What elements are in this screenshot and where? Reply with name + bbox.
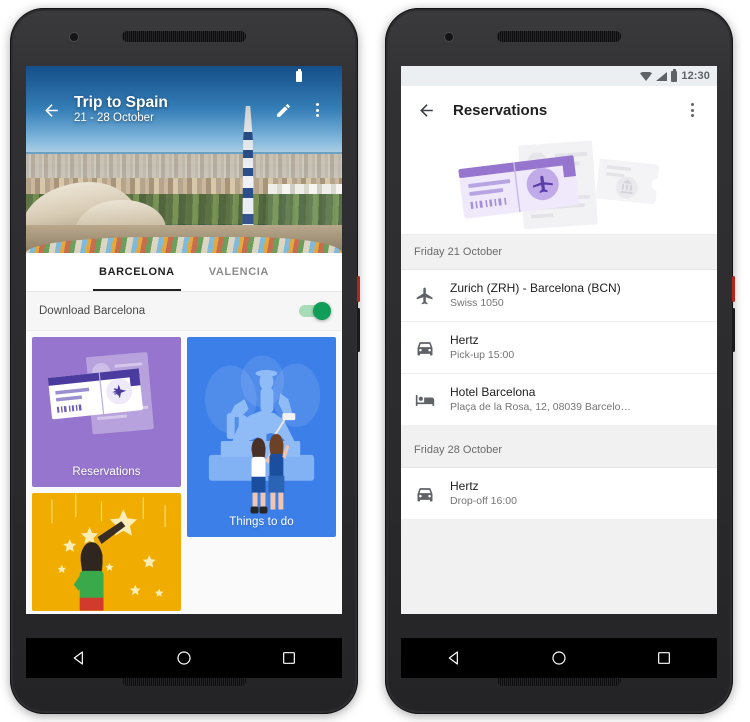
list-item-title: Hotel Barcelona xyxy=(450,385,536,399)
tab-valencia[interactable]: VALENCIA xyxy=(209,253,269,291)
car-icon xyxy=(414,337,436,359)
left-phone-screen: 12:30 Trip to Spain 21 - 28 October xyxy=(26,66,342,614)
nav-recents-square[interactable] xyxy=(281,650,297,666)
category-card-grid: Reservations Things to do xyxy=(26,331,342,614)
signal-icon xyxy=(656,71,668,81)
edit-button[interactable] xyxy=(266,93,300,127)
reservations-list[interactable]: Friday 21 October Zurich (ZRH) - Barcelo… xyxy=(401,235,717,614)
list-item-subtitle: Drop-off 16:00 xyxy=(450,495,517,507)
front-camera-icon xyxy=(445,33,453,41)
download-toggle[interactable] xyxy=(299,302,331,320)
nav-back-triangle[interactable] xyxy=(71,650,87,666)
right-phone-screen: 12:30 Reservations Friday 21 October Zur… xyxy=(401,66,717,614)
list-item[interactable]: Zurich (ZRH) - Barcelona (BCN) Swiss 105… xyxy=(401,270,717,322)
tab-valencia-label: VALENCIA xyxy=(208,266,269,278)
screenshot-canvas: 12:30 Trip to Spain 21 - 28 October xyxy=(0,0,750,722)
page-title: Trip to Spain xyxy=(74,94,168,111)
list-item-title: Hertz xyxy=(450,479,479,493)
nav-home-circle[interactable] xyxy=(551,650,567,666)
volume-button[interactable] xyxy=(357,308,360,352)
reservation-group: Zurich (ZRH) - Barcelona (BCN) Swiss 105… xyxy=(401,270,717,425)
statue-selfie-illustration xyxy=(187,337,336,537)
page-title: Reservations xyxy=(453,101,548,119)
card-reservations-label: Reservations xyxy=(72,466,141,478)
nav-recents-square[interactable] xyxy=(656,650,672,666)
power-button[interactable] xyxy=(732,276,735,302)
earpiece-speaker xyxy=(497,31,621,42)
date-header-label: Friday 28 October xyxy=(414,444,503,456)
tab-barcelona-label: BARCELONA xyxy=(99,266,175,278)
list-item-title: Hertz xyxy=(450,333,479,347)
earpiece-speaker xyxy=(122,31,246,42)
right-status-bar: 12:30 xyxy=(401,66,717,86)
list-item-title: Zurich (ZRH) - Barcelona (BCN) xyxy=(450,281,621,295)
right-nav-bar xyxy=(401,638,717,678)
card-reservations[interactable]: Reservations xyxy=(32,337,181,487)
list-item-text: Hertz Drop-off 16:00 xyxy=(450,478,517,509)
back-button[interactable] xyxy=(34,93,68,127)
hotel-bed-icon xyxy=(414,389,436,411)
nav-back-triangle[interactable] xyxy=(446,650,462,666)
list-item-text: Hertz Pick-up 15:00 xyxy=(450,332,514,363)
arrow-back-icon xyxy=(44,103,58,117)
boarding-pass-illustration xyxy=(32,337,181,487)
list-item-text: Zurich (ZRH) - Barcelona (BCN) Swiss 105… xyxy=(450,280,621,311)
list-item-subtitle: Swiss 1050 xyxy=(450,297,504,309)
date-header-label: Friday 21 October xyxy=(414,246,503,258)
back-button[interactable] xyxy=(409,93,443,127)
list-item-text: Hotel Barcelona Plaça de la Rosa, 12, 08… xyxy=(450,384,631,415)
flight-icon xyxy=(414,285,436,307)
stars-person-illustration xyxy=(32,493,181,611)
battery-icon xyxy=(296,68,303,82)
trip-hero-image: 12:30 Trip to Spain 21 - 28 October xyxy=(26,66,342,253)
left-nav-bar xyxy=(26,638,342,678)
right-phone-device: 12:30 Reservations Friday 21 October Zur… xyxy=(385,8,735,714)
trip-titles: Trip to Spain 21 - 28 October xyxy=(68,94,266,126)
list-item-subtitle: Plaça de la Rosa, 12, 08039 Barcelo… xyxy=(450,401,631,413)
list-item[interactable]: Hertz Drop-off 16:00 xyxy=(401,468,717,519)
nav-home-circle[interactable] xyxy=(176,650,192,666)
city-tabs: BARCELONA VALENCIA xyxy=(26,253,342,292)
more-vert-icon xyxy=(315,103,319,117)
pencil-edit-icon xyxy=(276,103,290,117)
wifi-icon xyxy=(640,71,653,81)
list-item[interactable]: Hertz Pick-up 15:00 xyxy=(401,322,717,374)
more-vert-icon xyxy=(690,103,694,117)
date-header: Friday 28 October xyxy=(401,433,717,468)
reservations-hero-illustration xyxy=(401,134,717,235)
date-header: Friday 21 October xyxy=(401,235,717,270)
arrow-back-icon xyxy=(419,103,433,117)
right-app-bar: Reservations xyxy=(401,86,717,134)
card-things-to-do[interactable]: Things to do xyxy=(187,337,336,537)
status-time: 12:30 xyxy=(681,70,710,82)
tab-barcelona[interactable]: BARCELONA xyxy=(93,253,181,291)
card-things-to-do-label: Things to do xyxy=(229,516,294,528)
volume-button[interactable] xyxy=(732,308,735,352)
power-button[interactable] xyxy=(357,276,360,302)
front-camera-icon xyxy=(70,33,78,41)
overflow-menu-button[interactable] xyxy=(300,93,334,127)
left-phone-device: 12:30 Trip to Spain 21 - 28 October xyxy=(10,8,360,714)
reservation-group: Hertz Drop-off 16:00 xyxy=(401,468,717,519)
left-app-bar: Trip to Spain 21 - 28 October xyxy=(26,86,342,134)
card-stars[interactable] xyxy=(32,493,181,611)
battery-icon xyxy=(671,68,678,82)
download-row[interactable]: Download Barcelona xyxy=(26,292,342,331)
overflow-menu-button[interactable] xyxy=(675,93,709,127)
car-icon xyxy=(414,483,436,505)
trip-dates: 21 - 28 October xyxy=(74,112,154,124)
list-item[interactable]: Hotel Barcelona Plaça de la Rosa, 12, 08… xyxy=(401,374,717,425)
list-item-subtitle: Pick-up 15:00 xyxy=(450,349,515,361)
download-label: Download Barcelona xyxy=(39,305,146,317)
